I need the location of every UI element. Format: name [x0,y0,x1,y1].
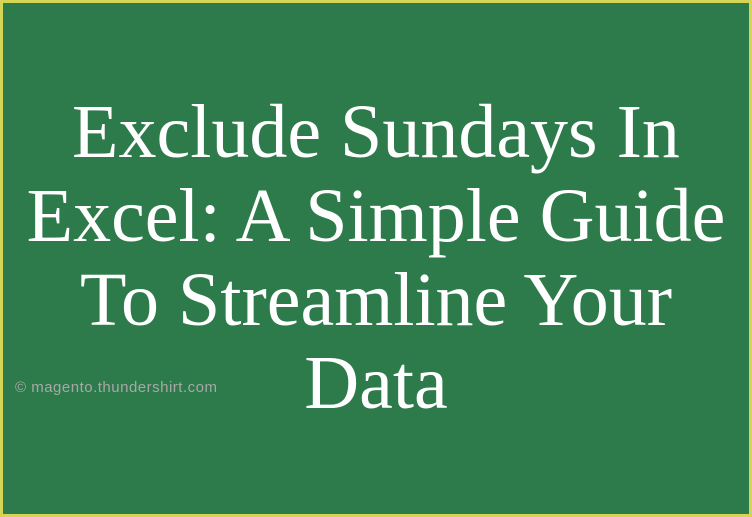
banner-container: Exclude Sundays In Excel: A Simple Guide… [0,0,752,517]
watermark-text: © magento.thundershirt.com [15,379,217,396]
